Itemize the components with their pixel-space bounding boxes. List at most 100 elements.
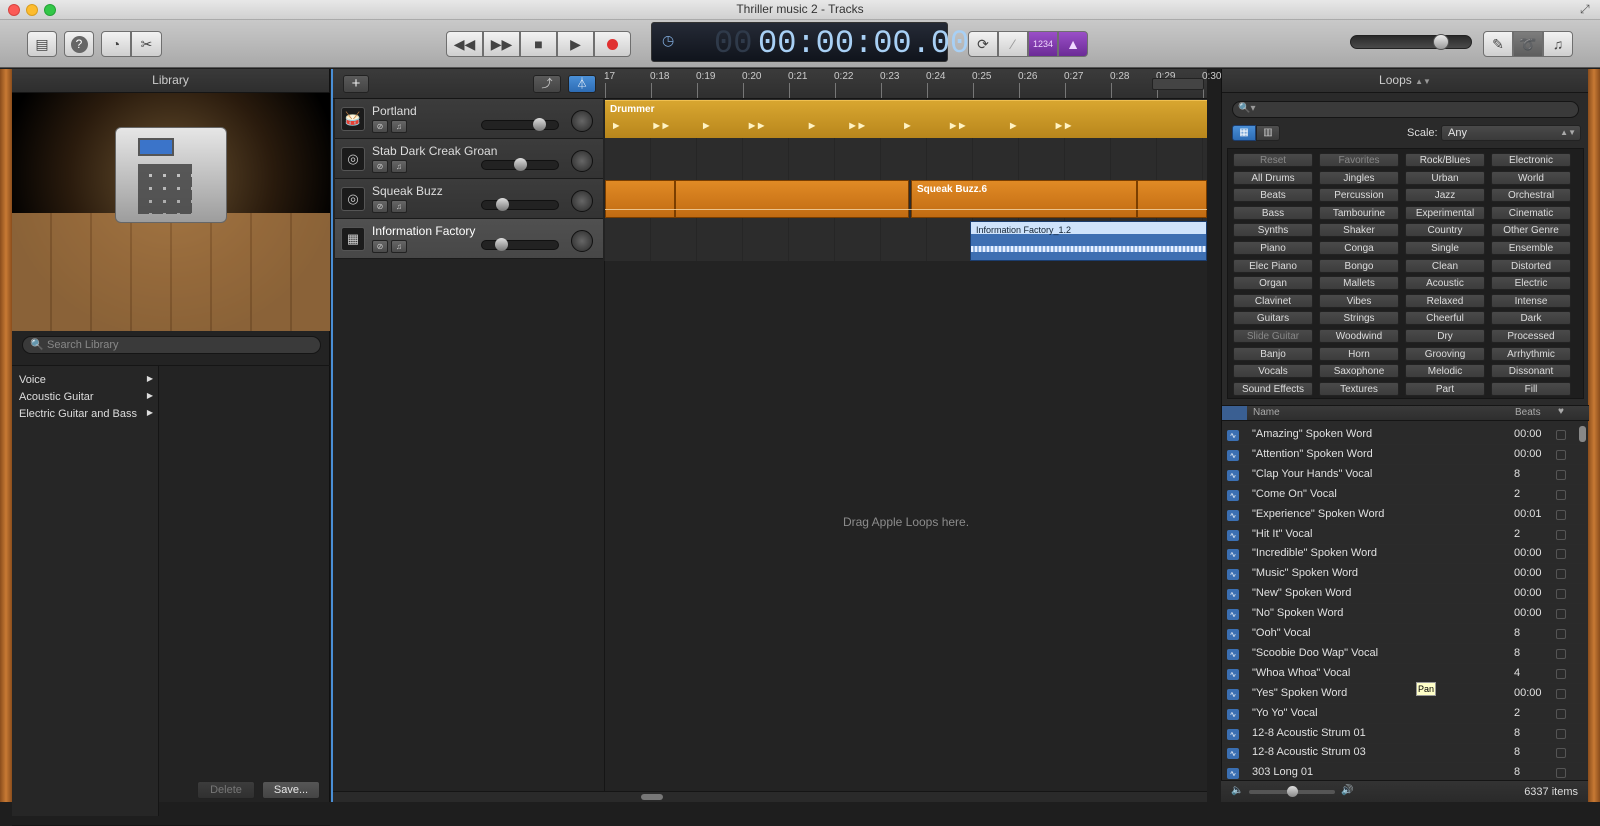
preview-volume-knob[interactable] [1287,786,1298,797]
pan-knob[interactable] [571,190,593,212]
headphones-button[interactable]: ♫ [391,240,407,253]
keyword-button[interactable]: Other Genre [1491,223,1571,238]
tuner-button[interactable]: ⁄ [998,31,1028,57]
track-header-information-factory[interactable]: ▦ Information Factory ⊘ ♫ [335,219,603,259]
master-volume-slider[interactable] [1350,34,1472,50]
loop-row[interactable]: ∿ "New" Spoken Word 00:00 [1222,584,1586,605]
smart-controls-button[interactable]: ◔ [101,31,131,57]
keyword-button[interactable]: Electronic [1491,153,1571,167]
keyword-button[interactable]: Jazz [1405,188,1485,203]
keyword-button[interactable]: Shaker [1319,223,1399,238]
mute-button[interactable]: ⊘ [372,160,388,173]
favorite-checkbox[interactable] [1556,768,1566,779]
delete-button[interactable]: Delete [197,781,255,799]
keyword-button[interactable]: World [1491,170,1571,185]
favorite-checkbox[interactable] [1556,509,1566,520]
loop-row[interactable]: ∿ "Music" Spoken Word 00:00 [1222,564,1586,585]
lcd-display[interactable]: ◷ 00 00:00:00.00 [651,22,969,62]
keyword-button[interactable]: Organ [1233,276,1313,291]
keyword-button[interactable]: Conga [1319,241,1399,255]
mute-button[interactable]: ⊘ [372,120,388,133]
volume-knob[interactable] [533,118,546,131]
keyword-button[interactable]: Beats [1233,188,1313,203]
loop-row[interactable]: ∿ "No" Spoken Word 00:00 [1222,604,1586,625]
pan-knob[interactable] [571,150,593,172]
loop-row[interactable]: ∿ 303 Long 01 8 [1222,763,1586,780]
keyword-button[interactable]: Experimental [1405,205,1485,220]
keyword-button[interactable]: Guitars [1233,311,1313,326]
type-column-header[interactable] [1222,406,1247,420]
ruler-zoom-control[interactable] [1152,78,1204,90]
keyword-button[interactable]: Relaxed [1405,293,1485,308]
beats-column-header[interactable]: Beats [1515,407,1541,418]
close-window-button[interactable] [8,4,20,16]
keyword-button[interactable]: Distorted [1491,258,1571,273]
track-volume-slider[interactable] [481,238,559,251]
keyword-button[interactable]: Saxophone [1319,364,1399,379]
keyword-button[interactable]: Ensemble [1491,241,1571,255]
keyword-button[interactable]: Dark [1491,311,1571,326]
scrollbar-thumb[interactable] [641,794,663,800]
keyword-button[interactable]: Part [1405,381,1485,396]
loop-row[interactable]: ∿ "Experience" Spoken Word 00:01 [1222,505,1586,525]
keyword-button[interactable]: Textures [1319,381,1399,396]
keyword-button[interactable]: Single [1405,241,1485,255]
keyword-button[interactable]: Dissonant [1491,364,1571,379]
track-volume-slider[interactable] [481,198,559,211]
keyword-button[interactable]: Bongo [1319,258,1399,273]
column-view-toggle[interactable]: ▥ [1256,125,1280,141]
keyword-button[interactable]: Arrhythmic [1491,346,1571,361]
keyword-button[interactable]: Urban [1405,170,1485,185]
favorite-checkbox[interactable] [1556,469,1566,480]
favorite-checkbox[interactable] [1556,489,1566,500]
loop-row[interactable]: ∿ 12-8 Acoustic Strum 03 8 [1222,743,1586,764]
editors-button[interactable]: ✂ [131,31,162,57]
heart-icon[interactable]: ♥ [1558,406,1564,417]
preview-volume-slider[interactable] [1249,786,1335,797]
pan-knob[interactable] [571,230,593,252]
stop-button[interactable]: ■ [520,31,557,57]
volume-knob[interactable] [496,198,509,211]
keyword-button[interactable]: All Drums [1233,170,1313,185]
keyword-button[interactable]: Banjo [1233,346,1313,361]
keyword-button[interactable]: Synths [1233,223,1313,238]
keyword-button[interactable]: Fill [1491,381,1571,396]
keyword-button[interactable]: Horn [1319,346,1399,361]
favorite-checkbox[interactable] [1556,648,1566,659]
loops-header[interactable]: Loops ▲▼ [1222,69,1588,93]
loop-browser-button[interactable]: ➰ [1513,31,1543,57]
rewind-button[interactable]: ◀◀ [446,31,483,57]
scale-select[interactable]: Any ▲▼ [1441,125,1581,141]
favorite-checkbox[interactable] [1556,668,1566,679]
keyword-button[interactable]: Piano [1233,241,1313,255]
keyword-button[interactable]: Vibes [1319,293,1399,308]
squeak-region-3[interactable]: Squeak Buzz.6 [911,180,1137,218]
horizontal-scrollbar[interactable] [333,791,1207,802]
keyword-button[interactable]: Clean [1405,258,1485,273]
save-button[interactable]: Save... [262,781,320,799]
button-view-toggle[interactable]: ▦ [1232,125,1256,141]
favorite-checkbox[interactable] [1556,708,1566,719]
favorite-checkbox[interactable] [1556,430,1566,440]
track-volume-slider[interactable] [481,158,559,171]
loop-row[interactable]: ∿ "Yes" Spoken Word 00:00 [1222,684,1586,704]
loops-search-input[interactable]: 🔍▾ [1232,101,1579,118]
metronome-button[interactable]: ▲ [1058,31,1088,57]
keyword-button[interactable]: Orchestral [1491,188,1571,203]
category-acoustic-guitar[interactable]: Acoustic Guitar ▶ [19,391,159,403]
category-electric-guitar-bass[interactable]: Electric Guitar and Bass ▶ [19,408,159,420]
loop-row[interactable]: ∿ "Ooh" Vocal 8 [1222,624,1586,644]
help-button[interactable]: ? [64,31,94,57]
favorite-checkbox[interactable] [1556,688,1566,699]
volume-knob[interactable] [514,158,527,171]
timeline-ruler[interactable]: 17 0:18 0:19 0:20 0:21 0:22 0:23 0:24 0:25 0:26 0:… [604,69,1221,99]
keyword-button[interactable]: Processed [1491,329,1571,343]
favorite-checkbox[interactable] [1556,449,1566,460]
keyword-button[interactable]: Slide Guitar [1233,329,1313,343]
fast-forward-button[interactable]: ▶▶ [483,31,520,57]
favorite-checkbox[interactable] [1556,549,1566,560]
keyword-button[interactable]: Vocals [1233,364,1313,379]
keyword-button[interactable]: Rock/Blues [1405,153,1485,167]
headphones-button[interactable]: ♫ [391,160,407,173]
keyword-button[interactable]: Mallets [1319,276,1399,291]
